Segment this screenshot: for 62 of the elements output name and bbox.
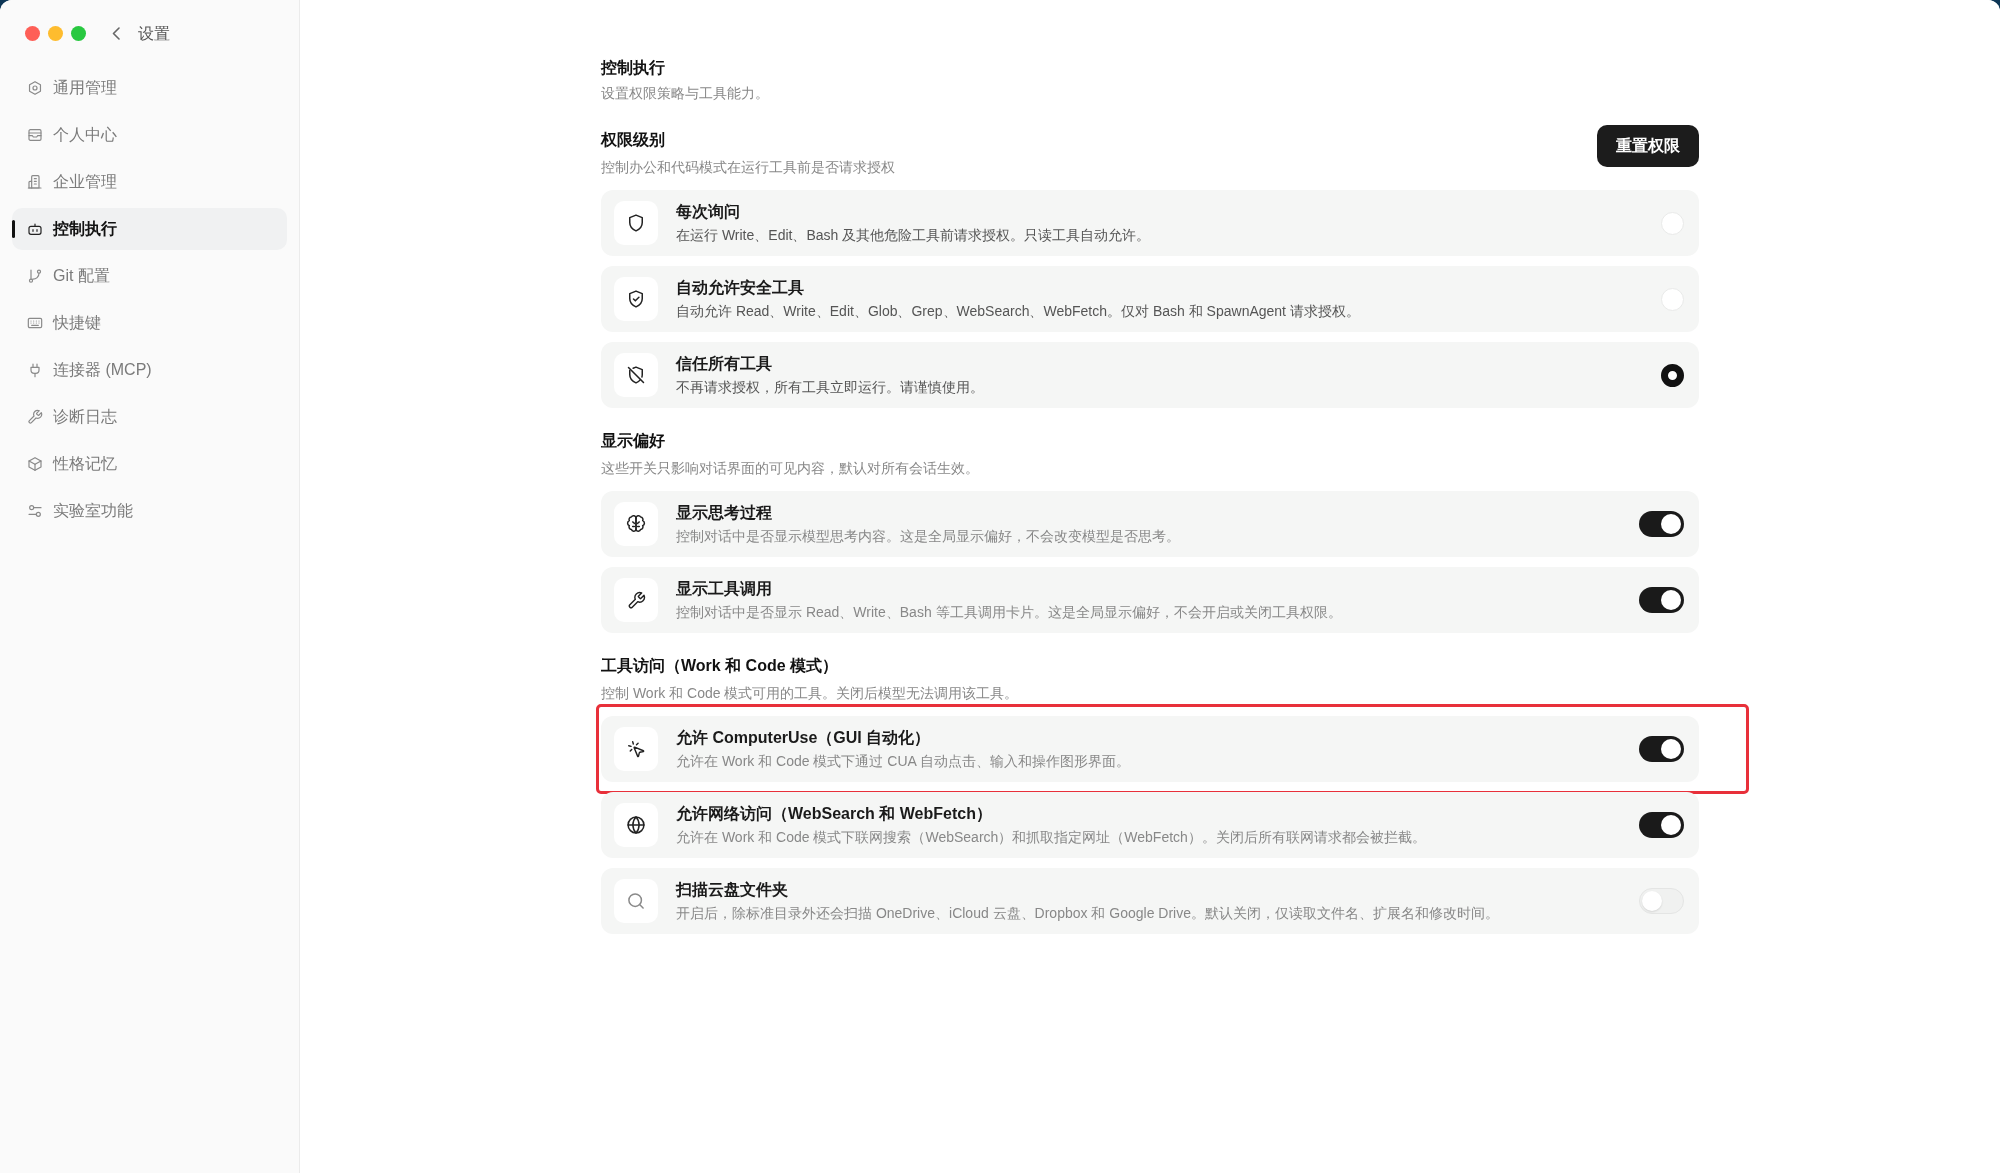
toggle-switch[interactable] (1639, 888, 1684, 914)
option-title: 允许 ComputerUse（GUI 自动化） (676, 728, 932, 748)
toggle-switch[interactable] (1639, 812, 1684, 838)
section-description: 控制 Work 和 Code 模式可用的工具。关闭后模型无法调用该工具。 (601, 684, 1019, 703)
toggle-switch[interactable] (1639, 587, 1684, 613)
robot-icon (27, 221, 43, 237)
sliders-icon (27, 503, 43, 519)
brain-icon (614, 502, 658, 546)
option-description: 控制对话中是否显示 Read、Write、Bash 等工具调用卡片。这是全局显示偏好，不会开启或关闭工具权限。 (676, 603, 1343, 622)
page-title: 控制执行 (601, 58, 666, 78)
plug-icon (27, 362, 43, 378)
option-title: 自动允许安全工具 (676, 278, 805, 298)
page-subtitle: 设置权限策略与工具能力。 (601, 84, 770, 103)
option-description: 在运行 Write、Edit、Bash 及其他危险工具前请求授权。只读工具自动允许。 (676, 226, 1152, 245)
option-title: 显示工具调用 (676, 579, 773, 599)
building-icon (27, 174, 43, 190)
search-icon (614, 879, 658, 923)
globe-icon (614, 803, 658, 847)
sidebar-item[interactable]: 性格记忆 (12, 443, 287, 485)
wrench-icon (614, 578, 658, 622)
sidebar-item[interactable]: 实验室功能 (12, 490, 287, 532)
option-description: 允许在 Work 和 Code 模式下通过 CUA 自动点击、输入和操作图形界面。 (676, 752, 1131, 771)
window-close-button[interactable] (25, 26, 40, 41)
sidebar-item[interactable]: Git 配置 (12, 255, 287, 297)
option-title: 允许网络访问（WebSearch 和 WebFetch） (676, 804, 993, 824)
sidebar-item[interactable]: 通用管理 (12, 67, 287, 109)
reset-button[interactable]: 重置权限 (1597, 125, 1699, 167)
wrench-icon (27, 409, 43, 425)
shield-slash-icon (614, 353, 658, 397)
hexagon-icon (27, 80, 43, 96)
option-description: 开启后，除标准目录外还会扫描 OneDrive、iCloud 云盘、Dropbox 和 Google Drive。默认关闭，仅读取文件名、扩展名和修改时间。 (676, 904, 1500, 923)
sidebar-item[interactable]: 连接器 (MCP) (12, 349, 287, 391)
window-title: 设置 (138, 23, 170, 44)
sidebar-item[interactable]: 个人中心 (12, 114, 287, 156)
sidebar-item[interactable]: 控制执行 (12, 208, 287, 250)
shield-icon (614, 201, 658, 245)
toggle-switch[interactable] (1639, 511, 1684, 537)
sidebar-item[interactable]: 企业管理 (12, 161, 287, 203)
option-description: 不再请求授权，所有工具立即运行。请谨慎使用。 (676, 378, 985, 397)
option-title: 扫描云盘文件夹 (676, 880, 789, 900)
radio-button[interactable] (1661, 363, 1684, 387)
toggle-switch[interactable] (1639, 736, 1684, 762)
option-title: 每次询问 (676, 202, 741, 222)
section-title: 显示偏好 (601, 431, 666, 451)
back-icon[interactable] (112, 27, 120, 40)
keyboard-icon (27, 315, 43, 331)
inbox-icon (27, 127, 43, 143)
section-title: 工具访问（Work 和 Code 模式） (601, 656, 840, 676)
section-description: 这些开关只影响对话界面的可见内容，默认对所有会话生效。 (601, 459, 979, 478)
pointer-click-icon (614, 727, 658, 771)
cube-icon (27, 456, 43, 472)
option-title: 显示思考过程 (676, 503, 773, 523)
sidebar-item[interactable]: 快捷键 (12, 302, 287, 344)
option-title: 信任所有工具 (676, 354, 773, 374)
branch-icon (27, 268, 43, 284)
option-description: 自动允许 Read、Write、Edit、Glob、Grep、WebSearch、WebFetch。仅对 Bash 和 SpawnAgent 请求授权。 (676, 302, 1361, 321)
section-title: 权限级别 (601, 130, 666, 150)
section-description: 控制办公和代码模式在运行工具前是否请求授权 (601, 158, 895, 177)
shield-check-icon (614, 277, 658, 321)
option-description: 控制对话中是否显示模型思考内容。这是全局显示偏好，不会改变模型是否思考。 (676, 527, 1181, 546)
sidebar-item[interactable]: 诊断日志 (12, 396, 287, 438)
option-description: 允许在 Work 和 Code 模式下联网搜索（WebSearch）和抓取指定网址（WebFetch）。关闭后所有联网请求都会被拦截。 (676, 828, 1427, 847)
